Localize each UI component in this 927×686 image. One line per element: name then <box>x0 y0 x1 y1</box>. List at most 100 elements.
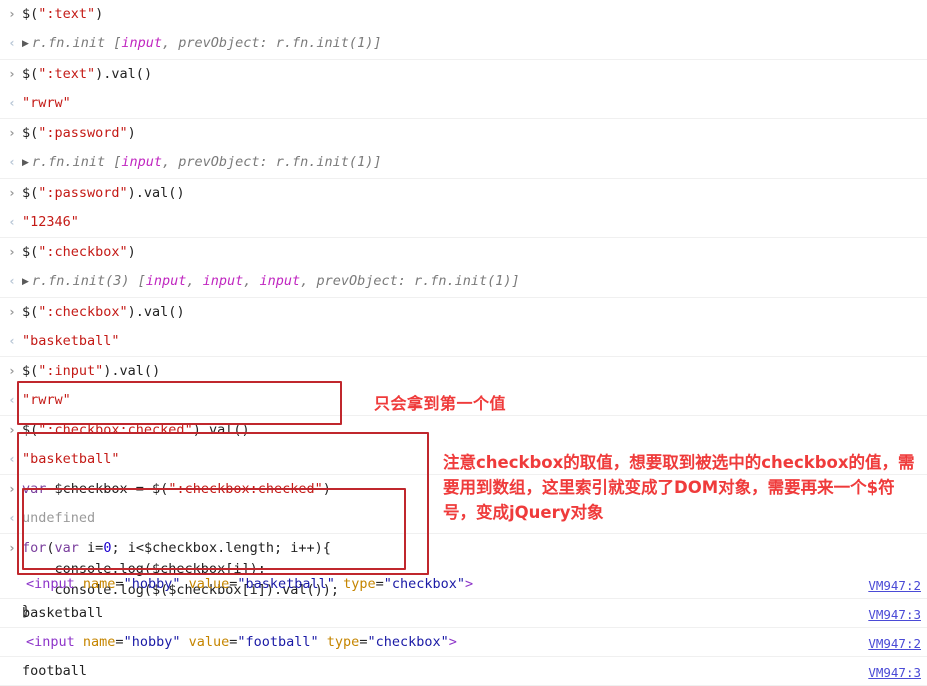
code-token: prevObject <box>316 273 398 289</box>
code-token: $( <box>22 422 39 438</box>
code-token: <input <box>26 634 75 650</box>
code-token: type <box>334 576 376 592</box>
input-prompt-icon: › <box>9 126 15 140</box>
output-arrow-icon: ‹ <box>9 334 15 348</box>
code-token: = <box>375 576 384 592</box>
code-token: , <box>243 273 260 289</box>
code-token: , <box>161 35 179 51</box>
code-token: ) <box>322 481 331 497</box>
console-input-row[interactable]: › $(":input").val() <box>0 357 927 386</box>
source-link[interactable]: VM947:3 <box>868 662 921 683</box>
expand-triangle-icon[interactable]: ▶ <box>22 34 29 55</box>
code-token: value <box>180 634 230 650</box>
code-token: for <box>22 540 47 556</box>
code-token: "checkbox" <box>383 576 465 592</box>
output-arrow-icon: ‹ <box>9 215 15 229</box>
log-row-dom-node[interactable]: <input name="hobby" value="football" typ… <box>0 628 927 657</box>
code-token: value <box>180 576 230 592</box>
code-token: "basketball" <box>22 451 120 467</box>
code-token: "rwrw" <box>22 392 71 408</box>
code-token: "checkbox" <box>367 634 449 650</box>
output-arrow-icon: ‹ <box>9 274 15 288</box>
annotation-checkbox-explanation: 注意checkbox的取值，想要取到被选中的checkbox的值，需要用到数组，… <box>443 453 915 522</box>
code-token: input <box>145 273 187 289</box>
console-message-list[interactable]: › $(":text") ‹ ▶ r.fn.init [input, prevObjec… <box>0 0 927 626</box>
console-input-row[interactable]: › $(":password") <box>0 119 927 148</box>
code-token: ":checkbox:checked" <box>168 481 323 497</box>
code-token: "rwrw" <box>22 95 71 111</box>
console-input-row[interactable]: › $(":checkbox:checked").val() <box>0 416 927 445</box>
code-token: "basketball" <box>22 333 120 349</box>
log-row-text[interactable]: basketball VM947:3 <box>0 599 927 628</box>
input-prompt-icon: › <box>9 364 15 378</box>
code-token: = <box>115 634 124 650</box>
console-output-row[interactable]: ‹ "basketball" <box>0 327 927 357</box>
console-log-output-list[interactable]: <input name="hobby" value="basketball" t… <box>0 570 927 686</box>
code-token: $( <box>22 6 39 22</box>
log-row-dom-node[interactable]: <input name="hobby" value="basketball" t… <box>0 570 927 599</box>
input-prompt-icon: › <box>9 7 15 21</box>
console-input-row[interactable]: › $(":password").val() <box>0 179 927 208</box>
code-token: ":text" <box>38 66 96 82</box>
console-output-row[interactable]: ‹ ▶ r.fn.init [input, prevObject: r.fn.ini… <box>0 148 927 179</box>
console-input-row[interactable]: › $(":checkbox") <box>0 238 927 267</box>
code-token: "hobby" <box>123 576 181 592</box>
code-token: [ <box>137 273 146 289</box>
output-arrow-icon: ‹ <box>9 96 15 110</box>
code-token: var <box>54 540 79 556</box>
code-token: name <box>74 634 116 650</box>
code-token: > <box>465 576 474 592</box>
code-token: $( <box>22 244 39 260</box>
input-prompt-icon: › <box>9 541 15 555</box>
code-token: r.fn.init(3) <box>31 273 138 289</box>
code-token: basketball <box>22 605 104 621</box>
code-token: "12346" <box>22 214 79 230</box>
code-token: : r.fn.init(1)] <box>259 35 382 51</box>
source-link[interactable]: VM947:2 <box>868 575 921 596</box>
console-output-row[interactable]: ‹ "12346" <box>0 208 927 238</box>
code-token: prevObject <box>178 35 260 51</box>
code-token: r.fn.init <box>31 35 114 51</box>
input-prompt-icon: › <box>9 423 15 437</box>
output-arrow-icon: ‹ <box>9 511 15 525</box>
code-token: <input <box>26 576 75 592</box>
input-prompt-icon: › <box>9 186 15 200</box>
code-line: for(var i=0; i<$checkbox.length; i++){ <box>22 538 927 559</box>
code-token: ":checkbox" <box>38 304 128 320</box>
console-input-row[interactable]: › $(":text") <box>0 0 927 29</box>
code-token: "football" <box>237 634 319 650</box>
code-token: input <box>121 35 162 51</box>
expand-triangle-icon[interactable]: ▶ <box>22 272 29 293</box>
code-token: ":input" <box>38 363 104 379</box>
console-input-row[interactable]: › $(":checkbox").val() <box>0 298 927 327</box>
console-output-row[interactable]: ‹ "rwrw" <box>0 89 927 119</box>
code-token: "basketball" <box>237 576 335 592</box>
code-token: , <box>186 273 203 289</box>
output-arrow-icon: ‹ <box>9 155 15 169</box>
output-arrow-icon: ‹ <box>9 36 15 50</box>
output-arrow-icon: ‹ <box>9 452 15 466</box>
console-output-row[interactable]: ‹ ▶ r.fn.init [input, prevObject: r.fn.ini… <box>0 29 927 60</box>
code-token: ( <box>46 540 55 556</box>
input-prompt-icon: › <box>9 482 15 496</box>
code-token: input <box>259 273 301 289</box>
code-token: $( <box>22 66 39 82</box>
code-token: input <box>202 273 244 289</box>
code-token: = <box>115 576 124 592</box>
code-token: , <box>300 273 317 289</box>
source-link[interactable]: VM947:2 <box>868 633 921 654</box>
code-token: var <box>22 481 47 497</box>
expand-triangle-icon[interactable]: ▶ <box>22 153 29 174</box>
code-token: : r.fn.init(1)] <box>397 273 520 289</box>
code-token: "hobby" <box>123 634 181 650</box>
code-token: ":checkbox" <box>38 244 128 260</box>
source-link[interactable]: VM947:3 <box>868 604 921 625</box>
console-output-row[interactable]: ‹ ▶ r.fn.init(3) [input, input, input, pre… <box>0 267 927 298</box>
code-token: ":checkbox:checked" <box>38 422 193 438</box>
console-input-row[interactable]: › $(":text").val() <box>0 60 927 89</box>
code-token: ) <box>95 6 104 22</box>
code-token: , <box>161 154 179 170</box>
code-token: ) <box>127 244 136 260</box>
code-token: $checkbox = $( <box>46 481 169 497</box>
log-row-text[interactable]: football VM947:3 <box>0 657 927 686</box>
